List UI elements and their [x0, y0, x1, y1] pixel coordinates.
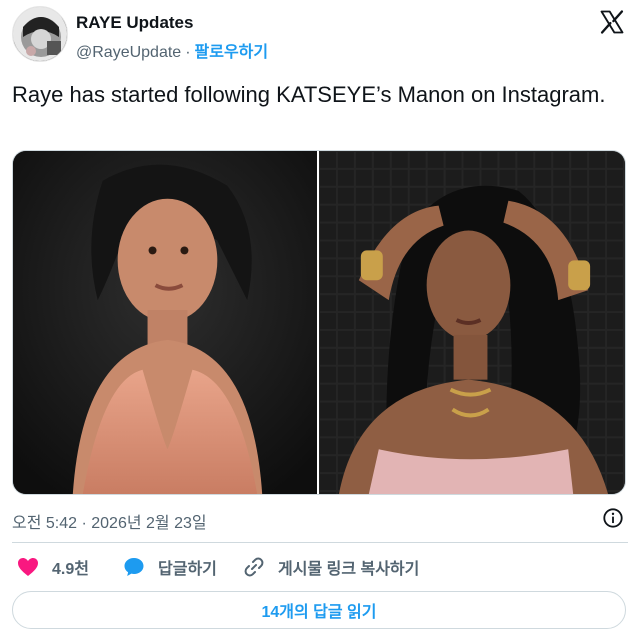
handle-row: @RayeUpdate · 팔로우하기	[76, 38, 268, 62]
avatar[interactable]	[12, 6, 68, 62]
x-logo-icon[interactable]	[598, 8, 626, 36]
divider	[12, 542, 628, 543]
read-replies-button[interactable]: 14개의 답글 읽기	[12, 591, 626, 629]
reply-bubble-icon	[124, 558, 144, 576]
tweet-header: RAYE Updates @RayeUpdate · 팔로우하기	[12, 6, 628, 66]
follow-button[interactable]: 팔로우하기	[195, 44, 269, 61]
link-icon	[244, 557, 264, 577]
tweet-meta: 오전 5:42 · 2026년 2월 23일	[12, 507, 628, 533]
info-icon[interactable]	[602, 507, 624, 529]
timestamp[interactable]: 오전 5:42 · 2026년 2월 23일	[12, 509, 207, 533]
reply-label: 답글하기	[158, 561, 217, 578]
display-name[interactable]: RAYE Updates	[76, 13, 193, 33]
action-bar: 4.9천 답글하기 게시물 링크 복사하기	[12, 553, 628, 581]
tweet-card: RAYE Updates @RayeUpdate · 팔로우하기 Raye has …	[0, 0, 640, 638]
like-count: 4.9천	[52, 561, 89, 578]
heart-icon	[18, 558, 38, 576]
copy-link-label: 게시물 링크 복사하기	[278, 561, 420, 578]
media-grid	[12, 150, 626, 495]
avatar-image	[13, 7, 67, 61]
photo-manon[interactable]	[319, 151, 625, 494]
like-button[interactable]: 4.9천	[16, 553, 89, 581]
separator: ·	[185, 44, 191, 61]
reply-button[interactable]: 답글하기	[122, 553, 217, 581]
tweet-text: Raye has started following KATSEYE’s Man…	[12, 82, 606, 107]
photo-manon-image	[319, 151, 625, 494]
photo-raye-image	[13, 151, 317, 494]
copy-link-button[interactable]: 게시물 링크 복사하기	[242, 553, 419, 581]
handle[interactable]: @RayeUpdate	[76, 44, 181, 61]
photo-raye[interactable]	[13, 151, 317, 494]
